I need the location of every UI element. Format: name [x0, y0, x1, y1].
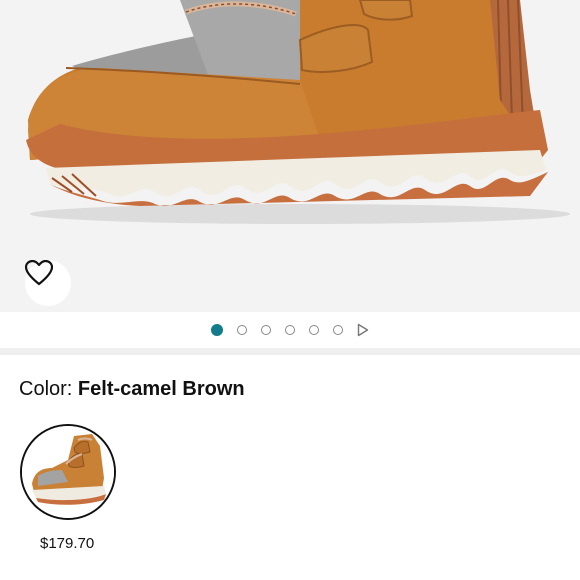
- color-label: Color:: [19, 378, 73, 400]
- color-value: Felt-camel Brown: [77, 378, 245, 400]
- carousel-dot-2[interactable]: [237, 325, 247, 335]
- swatch-price: $179.70: [40, 535, 95, 552]
- section-divider: [0, 348, 580, 355]
- carousel-dot-5[interactable]: [309, 325, 319, 335]
- product-image-carousel[interactable]: [0, 0, 580, 312]
- carousel-dot-6[interactable]: [333, 325, 343, 335]
- carousel-dot-3[interactable]: [261, 325, 271, 335]
- heart-icon: [25, 260, 53, 286]
- carousel-dot-1[interactable]: [211, 324, 223, 336]
- shoe-image: [26, 0, 570, 224]
- favorite-button[interactable]: [25, 260, 71, 306]
- swatch-shoe-thumbnail: [22, 426, 114, 518]
- color-selection-label: Color: Felt-camel Brown: [19, 378, 245, 401]
- color-swatch-selected[interactable]: [20, 424, 116, 520]
- carousel-pagination: [0, 312, 580, 348]
- play-icon[interactable]: [357, 323, 369, 337]
- carousel-dot-4[interactable]: [285, 325, 295, 335]
